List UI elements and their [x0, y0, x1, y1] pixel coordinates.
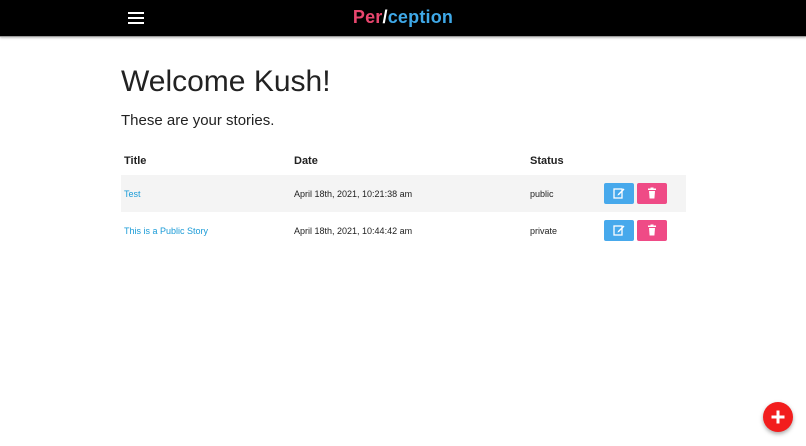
plus-icon — [771, 410, 785, 424]
table-header-row: Title Date Status — [121, 147, 686, 175]
add-story-button[interactable] — [763, 402, 793, 432]
dashboard-main: Welcome Kush! These are your stories. — [121, 62, 687, 129]
trash-icon — [648, 224, 656, 236]
story-date: April 18th, 2021, 10:44:42 am — [294, 225, 413, 236]
story-title-cell: This is a Public Story — [121, 212, 291, 249]
story-actions — [601, 212, 686, 249]
story-actions — [601, 175, 686, 212]
story-status: private — [530, 225, 558, 236]
column-header-status: Status — [530, 155, 564, 167]
story-title-link[interactable]: Test — [124, 189, 141, 199]
top-navbar: Per/ception — [0, 0, 806, 37]
stories-table: Title Date Status Test April 18th, 2021,… — [121, 147, 686, 249]
table-row: This is a Public Story April 18th, 2021,… — [121, 212, 686, 249]
table-row: Test April 18th, 2021, 10:21:38 am publi… — [121, 175, 686, 212]
edit-icon — [613, 225, 625, 236]
story-status: public — [527, 175, 601, 212]
page-title: Welcome Kush! — [121, 65, 331, 98]
delete-story-button[interactable] — [637, 183, 667, 204]
page-subtitle: These are your stories. — [121, 112, 275, 129]
edit-icon — [613, 188, 625, 199]
brand-part-ception: ception — [387, 7, 454, 27]
story-title-cell: Test — [121, 175, 291, 212]
edit-story-button[interactable] — [604, 220, 634, 241]
story-date: April 18th, 2021, 10:21:38 am — [291, 175, 527, 212]
edit-story-button[interactable] — [604, 183, 634, 204]
delete-story-button[interactable] — [637, 220, 667, 241]
story-title-link[interactable]: This is a Public Story — [124, 226, 208, 236]
column-header-date: Date — [294, 155, 318, 167]
column-header-title: Title — [124, 155, 147, 167]
brand-part-per: Per — [352, 7, 383, 27]
column-header-actions — [601, 147, 686, 175]
trash-icon — [648, 187, 656, 199]
brand-logo[interactable]: Per/ception — [0, 7, 806, 28]
